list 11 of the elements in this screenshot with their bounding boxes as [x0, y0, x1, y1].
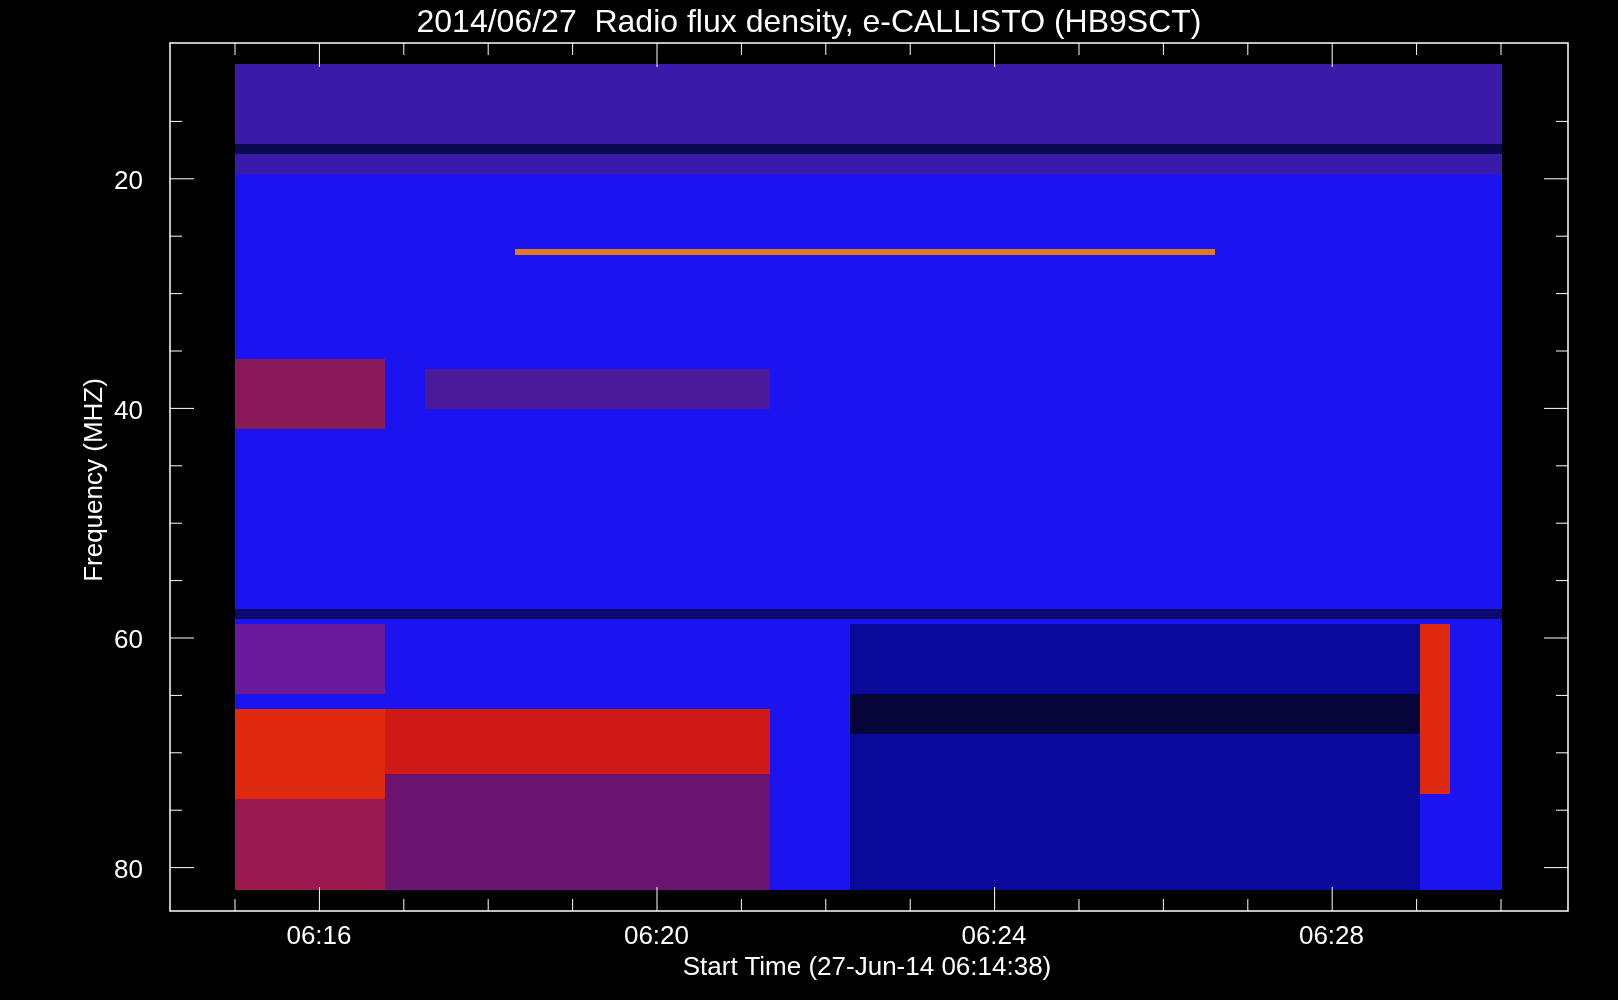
axis-label: Frequency (MHZ) [78, 378, 108, 582]
tick-label: 40 [114, 394, 143, 425]
tick-label: 60 [114, 624, 143, 654]
tick-label: 80 [114, 853, 143, 884]
axis-label: Start Time (27-Jun-14 06:14:38) [682, 951, 1052, 981]
chart-title: 2014/06/27 Radio flux density, e-CALLISTO (HB9SCT) [416, 3, 1202, 39]
tick-label: 20 [114, 165, 143, 195]
tick-label: 06:20 [623, 920, 690, 950]
tick-label: 06:16 [286, 920, 352, 950]
tick-label: 06:28 [1298, 920, 1365, 950]
tick-label: 06:24 [961, 920, 1027, 950]
